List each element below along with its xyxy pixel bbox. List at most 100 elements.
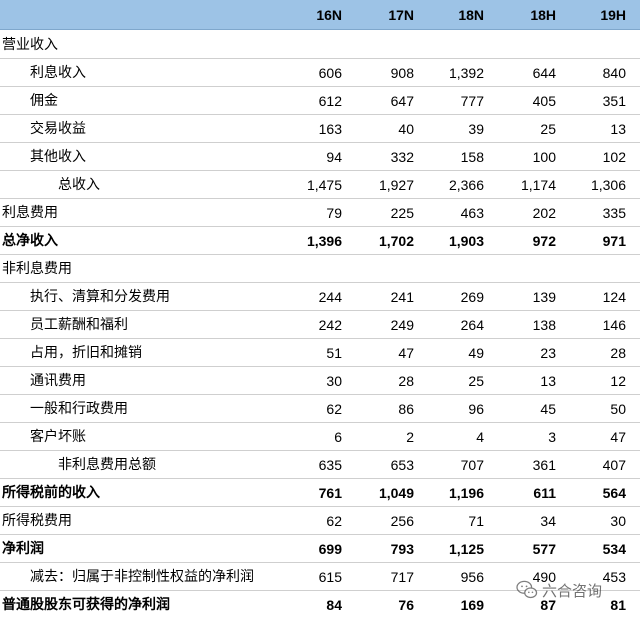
watermark-text: 六合咨询	[542, 581, 603, 600]
table-row: 佣金 612 647 777 405 351	[0, 87, 640, 115]
cell-value: 335	[602, 205, 626, 221]
cell-value: 777	[460, 93, 484, 109]
cell-value: 1,475	[306, 177, 342, 193]
cell-value: 244	[318, 289, 342, 305]
table-row: 通讯费用 30 28 25 13 12	[0, 367, 640, 395]
cell-value: 94	[326, 149, 342, 165]
cell-value	[566, 255, 626, 283]
row-label: 普通股股东可获得的净利润	[2, 597, 170, 613]
column-header: 19H	[600, 7, 626, 23]
table-row: 一般和行政费用 62 86 96 45 50	[0, 395, 640, 423]
cell-value: 79	[326, 205, 342, 221]
cell-value: 102	[602, 149, 626, 165]
row-label: 其他收入	[30, 149, 86, 165]
table-row: 客户坏账 6 2 4 3 47	[0, 423, 640, 451]
cell-value: 351	[602, 93, 626, 109]
cell-value: 463	[460, 205, 484, 221]
cell-value: 1,196	[448, 485, 484, 501]
cell-value: 264	[460, 317, 484, 333]
table-row: 非利息费用	[0, 255, 640, 283]
cell-value: 1,903	[448, 233, 484, 249]
cell-value: 4	[476, 429, 484, 445]
column-header: 18H	[530, 7, 556, 23]
cell-value: 51	[326, 345, 342, 361]
cell-value: 25	[468, 373, 484, 389]
cell-value: 34	[540, 513, 556, 529]
cell-value: 1,392	[448, 65, 484, 81]
row-label: 非利息费用	[2, 261, 72, 277]
cell-value: 62	[326, 401, 342, 417]
row-label: 非利息费用总额	[58, 457, 156, 473]
cell-value: 76	[398, 597, 414, 613]
cell-value: 23	[540, 345, 556, 361]
cell-value	[496, 31, 556, 59]
cell-value: 256	[390, 513, 414, 529]
row-label: 执行、清算和分发费用	[30, 289, 170, 305]
cell-value: 1,702	[378, 233, 414, 249]
table-row: 执行、清算和分发费用 244 241 269 139 124	[0, 283, 640, 311]
cell-value: 956	[460, 569, 484, 585]
table-row: 利息费用 79 225 463 202 335	[0, 199, 640, 227]
row-label: 通讯费用	[30, 373, 86, 389]
cell-value: 138	[532, 317, 556, 333]
cell-value: 45	[540, 401, 556, 417]
cell-value: 972	[532, 233, 556, 249]
cell-value: 28	[398, 373, 414, 389]
cell-value: 707	[460, 457, 484, 473]
cell-value: 332	[390, 149, 414, 165]
cell-value: 1,049	[378, 485, 414, 501]
cell-value: 840	[602, 65, 626, 81]
cell-value: 249	[390, 317, 414, 333]
cell-value: 1,396	[306, 233, 342, 249]
cell-value: 534	[602, 541, 626, 557]
row-label: 占用，折旧和摊销	[30, 345, 142, 361]
cell-value	[424, 255, 484, 283]
cell-value: 30	[610, 513, 626, 529]
cell-value: 405	[532, 93, 556, 109]
cell-value: 606	[318, 65, 342, 81]
cell-value: 202	[532, 205, 556, 221]
cell-value: 653	[390, 457, 414, 473]
column-header: 18N	[458, 7, 484, 23]
cell-value: 163	[318, 121, 342, 137]
cell-value: 47	[610, 429, 626, 445]
cell-value: 717	[390, 569, 414, 585]
column-header: 16N	[316, 7, 342, 23]
cell-value: 761	[318, 485, 342, 501]
column-header: 17N	[388, 7, 414, 23]
cell-value: 699	[318, 541, 342, 557]
cell-value	[354, 31, 414, 59]
row-label: 员工薪酬和福利	[30, 317, 128, 333]
row-label: 客户坏账	[30, 429, 86, 445]
cell-value: 71	[468, 513, 484, 529]
cell-value: 971	[602, 233, 626, 249]
row-label: 佣金	[30, 93, 58, 109]
cell-value	[354, 255, 414, 283]
row-label: 所得税费用	[2, 513, 72, 529]
table-row: 净利润 699 793 1,125 577 534	[0, 535, 640, 563]
table-row: 总收入 1,475 1,927 2,366 1,174 1,306	[0, 171, 640, 199]
row-label: 利息收入	[30, 65, 86, 81]
cell-value: 124	[602, 289, 626, 305]
table-row: 员工薪酬和福利 242 249 264 138 146	[0, 311, 640, 339]
table-row: 其他收入 94 332 158 100 102	[0, 143, 640, 171]
cell-value: 564	[602, 485, 626, 501]
table-row: 所得税费用 62 256 71 34 30	[0, 507, 640, 535]
cell-value: 2,366	[448, 177, 484, 193]
table-row: 非利息费用总额 635 653 707 361 407	[0, 451, 640, 479]
row-label: 所得税前的收入	[2, 485, 100, 501]
cell-value: 908	[390, 65, 414, 81]
row-label: 总净收入	[2, 233, 58, 249]
cell-value: 225	[390, 205, 414, 221]
cell-value: 50	[610, 401, 626, 417]
table-header: 16N 17N 18N 18H 19H	[0, 0, 640, 30]
cell-value: 3	[548, 429, 556, 445]
cell-value: 615	[318, 569, 342, 585]
cell-value: 269	[460, 289, 484, 305]
cell-value: 1,174	[520, 177, 556, 193]
cell-value: 361	[532, 457, 556, 473]
watermark: 六合咨询	[516, 576, 602, 604]
cell-value: 62	[326, 513, 342, 529]
row-label: 净利润	[2, 541, 44, 557]
cell-value: 6	[334, 429, 342, 445]
